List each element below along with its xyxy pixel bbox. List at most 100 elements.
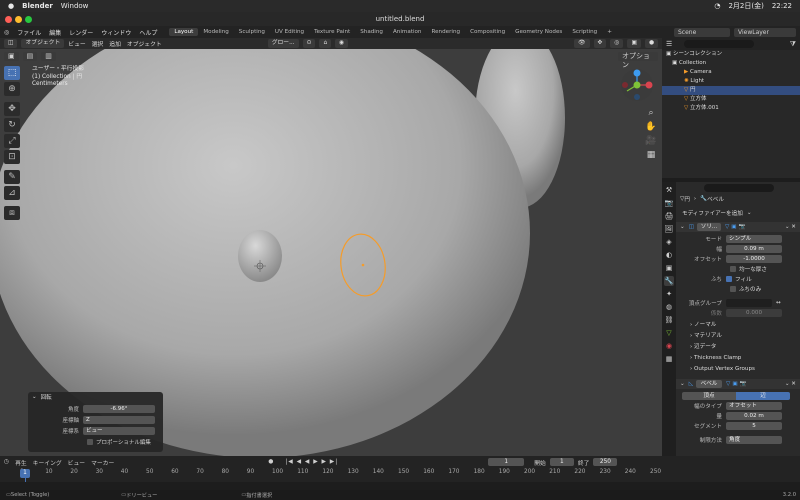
timeline-scrollbar[interactable] xyxy=(0,482,800,490)
minimize-icon[interactable] xyxy=(15,15,22,23)
texture-tab-icon[interactable]: ▦ xyxy=(664,354,674,364)
apple-icon[interactable]: ● xyxy=(8,2,14,10)
factor-field[interactable]: 0.000 xyxy=(726,309,782,317)
render-toggle-icon[interactable]: 📷 xyxy=(739,224,746,230)
world-tab-icon[interactable]: ◐ xyxy=(664,250,674,260)
rotate-tool-icon[interactable]: ↻ xyxy=(4,118,20,132)
render-tab-icon[interactable]: 📷 xyxy=(664,198,674,208)
tab-compositing[interactable]: Compositing xyxy=(465,28,510,36)
editor-type-icon[interactable]: ◷ xyxy=(4,459,9,465)
editor-type-icon[interactable]: ◫ xyxy=(4,39,18,48)
options-dropdown[interactable]: オプション xyxy=(618,52,658,69)
solidify-name-field[interactable]: ソリ... xyxy=(696,223,721,231)
even-thickness-checkbox[interactable] xyxy=(730,266,736,272)
operator-header[interactable]: ⌄ 回転 xyxy=(28,392,163,402)
record-icon[interactable]: ● xyxy=(268,459,273,465)
menu-add[interactable]: 追加 xyxy=(109,39,121,48)
tab-uv-editing[interactable]: UV Editing xyxy=(270,28,309,36)
mode-dropdown[interactable]: オブジェクト xyxy=(21,39,65,48)
edge-data-subpanel[interactable]: › 辺データ xyxy=(676,342,800,353)
render-toggle-icon[interactable]: 📷 xyxy=(740,381,747,387)
perspective-grid-icon[interactable]: ▦ xyxy=(645,150,657,164)
tab-geometry-nodes[interactable]: Geometry Nodes xyxy=(510,28,567,36)
outliner-row-circle[interactable]: ▽ 円 xyxy=(662,86,800,95)
prop-edit-checkbox[interactable] xyxy=(87,438,93,445)
menu-file[interactable]: ファイル xyxy=(13,28,45,37)
transform-orientation-dropdown[interactable]: グロー... xyxy=(267,39,299,48)
menu-render[interactable]: レンダー xyxy=(65,28,97,37)
visibility-icon[interactable]: 👁 xyxy=(574,39,590,48)
app-menu[interactable]: Blender xyxy=(22,2,53,10)
window-menu[interactable]: Window xyxy=(61,2,89,10)
tab-texture-paint[interactable]: Texture Paint xyxy=(309,28,355,36)
add-cube-tool-icon[interactable]: ⧈ xyxy=(4,206,20,220)
outliner-row-cube-001[interactable]: ▽ 立方体.001 xyxy=(662,104,800,113)
data-tab-icon[interactable]: ▽ xyxy=(664,328,674,338)
cursor-tool-icon[interactable]: ⊕ xyxy=(4,82,20,96)
outliner-row-camera[interactable]: ▶ Camera xyxy=(662,68,800,77)
amount-field[interactable]: 0.02 m xyxy=(726,412,782,420)
menu-select[interactable]: 選択 xyxy=(92,39,104,48)
physics-tab-icon[interactable]: ◍ xyxy=(664,302,674,312)
object-tab-icon[interactable]: ▣ xyxy=(664,263,674,273)
bevel-modifier-header[interactable]: ⌄ ◺ ベベル ▽ ▣ 📷 ⌄ ✕ xyxy=(676,379,800,389)
viewport-toggle-icon[interactable]: ▣ xyxy=(731,224,736,230)
select-box-tool-icon[interactable]: ⬚ xyxy=(4,66,20,80)
outliner-type-icon[interactable]: ☰ xyxy=(666,40,672,48)
affect-edges-button[interactable]: 辺 xyxy=(736,392,790,400)
material-tab-icon[interactable]: ◉ xyxy=(664,341,674,351)
shading-solid-icon[interactable]: ● xyxy=(644,39,658,48)
close-icon[interactable] xyxy=(5,15,12,23)
fill-rim-checkbox[interactable] xyxy=(726,276,732,282)
pan-hand-icon[interactable]: ✋ xyxy=(645,122,657,136)
menu-playback[interactable]: 再生 xyxy=(15,458,27,467)
menu-marker[interactable]: マーカー xyxy=(91,458,114,467)
menu-window[interactable]: ウィンドウ xyxy=(97,28,135,37)
wifi-icon[interactable]: ◔ xyxy=(714,2,720,10)
transform-tool-icon[interactable]: ⊡ xyxy=(4,150,20,164)
affect-vertices-button[interactable]: 頂点 xyxy=(682,392,736,400)
invert-icon[interactable]: ↔ xyxy=(776,300,781,306)
eye-sphere-mesh[interactable] xyxy=(238,230,282,282)
annotate-tool-icon[interactable]: ✎ xyxy=(4,170,20,184)
mode-dropdown[interactable]: シンプル xyxy=(726,235,782,243)
move-tool-icon[interactable]: ✥ xyxy=(4,102,20,116)
viewport-toggle-icon[interactable]: ▣ xyxy=(732,381,737,387)
tab-animation[interactable]: Animation xyxy=(388,28,427,36)
timeline-ruler[interactable]: 0102030405060708090100110120130140150160… xyxy=(20,469,661,479)
outliner-row-scene-collection[interactable]: ▣ シーンコレクション xyxy=(662,50,800,59)
modifier-menu-icon[interactable]: ⌄ ✕ xyxy=(785,381,796,387)
segments-field[interactable]: 5 xyxy=(726,422,782,430)
scene-selector[interactable]: Scene xyxy=(674,27,730,37)
tab-layout[interactable]: Layout xyxy=(169,28,199,36)
collapse-icon[interactable]: ⌄ xyxy=(680,381,685,387)
zoom-icon[interactable] xyxy=(25,15,32,23)
xray-toggle-icon[interactable]: ▣ xyxy=(627,39,641,48)
start-frame-field[interactable]: 1 xyxy=(549,458,574,466)
particles-tab-icon[interactable]: ✦ xyxy=(664,289,674,299)
modifier-menu-icon[interactable]: ⌄ ✕ xyxy=(785,224,796,230)
editmode-toggle-icon[interactable]: ▽ xyxy=(725,224,729,230)
gizmo-toggle-icon[interactable]: ✥ xyxy=(593,39,607,48)
navigation-gizmo[interactable] xyxy=(621,69,653,101)
properties-search-input[interactable] xyxy=(704,184,774,192)
bevel-name-field[interactable]: ベベル xyxy=(696,380,722,388)
menu-edit[interactable]: 編集 xyxy=(45,28,65,37)
menu-view[interactable]: ビュー xyxy=(68,39,85,48)
blender-logo-icon[interactable]: ◎ xyxy=(0,29,13,36)
outliner-row-cube[interactable]: ▽ 立方体 xyxy=(662,95,800,104)
tab-sculpting[interactable]: Sculpting xyxy=(234,28,270,36)
scale-tool-icon[interactable]: ⤢ xyxy=(4,134,20,148)
tool-tab-icon[interactable]: ⚒ xyxy=(664,185,674,195)
tab-shading[interactable]: Shading xyxy=(355,28,388,36)
playback-controls[interactable]: |◀ ◀ ◀ ▶ ▶ ▶| xyxy=(285,459,338,465)
tab-modeling[interactable]: Modeling xyxy=(198,28,233,36)
output-tab-icon[interactable]: 🖨 xyxy=(664,211,674,221)
solidify-modifier-header[interactable]: ⌄ ◫ ソリ... ▽ ▣ 📷 ⌄ ✕ xyxy=(676,222,800,232)
outliner-row-collection[interactable]: ▣ Collection xyxy=(662,59,800,68)
snap-icon[interactable]: ⌂ xyxy=(319,39,332,48)
viewlayer-selector[interactable]: ViewLayer xyxy=(734,27,796,37)
overlay-toggle-icon[interactable]: ◎ xyxy=(610,39,624,48)
view-layer-tab-icon[interactable]: 🖼 xyxy=(664,224,674,234)
tab-scripting[interactable]: Scripting xyxy=(567,28,602,36)
